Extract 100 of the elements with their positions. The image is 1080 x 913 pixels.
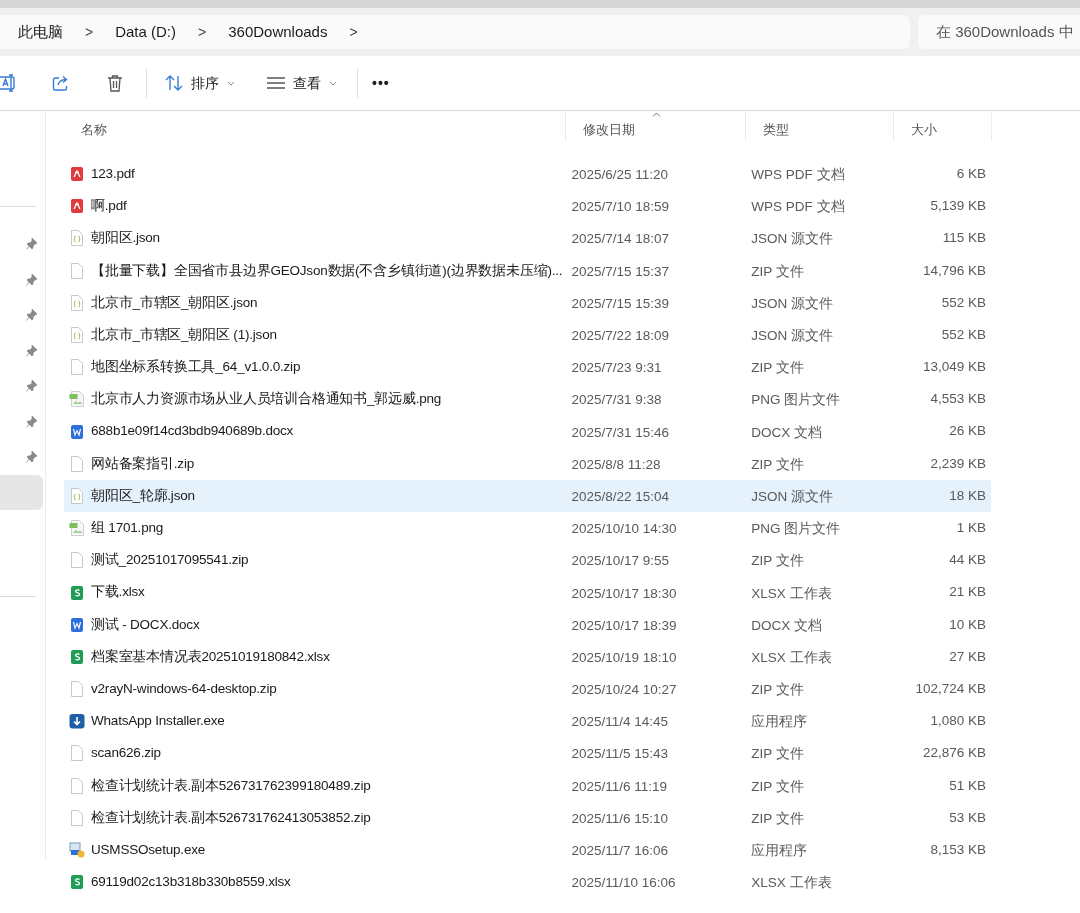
size-cell-text: 18 KB — [949, 486, 986, 505]
file-name[interactable]: 123.pdf — [91, 163, 135, 185]
chevron-down-icon — [329, 80, 337, 86]
type-cell: ZIP 文件 — [751, 263, 804, 279]
size-cell-text: 21 KB — [949, 583, 986, 602]
size-cell-text: 44 KB — [949, 551, 986, 570]
type-cell: ZIP 文件 — [751, 810, 804, 826]
type-cell: 应用程序 — [751, 714, 808, 730]
file-name[interactable]: WhatsApp Installer.exe — [91, 711, 225, 732]
size-cell-text: 1,080 KB — [930, 712, 986, 731]
more-button[interactable]: ••• — [372, 72, 390, 94]
breadcrumb-item[interactable]: Data (D:) — [115, 20, 177, 44]
column-header[interactable]: 名称 — [64, 111, 565, 158]
date-cell: 2025/7/22 18:09 — [571, 328, 670, 344]
breadcrumb-separator[interactable]: > — [349, 21, 358, 43]
file-name[interactable]: 测试_20251017095541.zip — [91, 550, 249, 571]
date-cell: 2025/8/22 15:04 — [571, 488, 670, 504]
view-button[interactable]: 查看 — [263, 72, 341, 94]
size-cell-text: 51 KB — [949, 776, 986, 795]
file-name[interactable]: 下载.xlsx — [91, 582, 145, 603]
date-cell: 2025/7/15 15:39 — [571, 295, 670, 311]
file-name[interactable]: 啊.pdf — [91, 196, 127, 217]
size-cell-text: 2,239 KB — [930, 454, 986, 473]
rename-icon — [0, 74, 17, 92]
date-cell: 2025/10/17 18:39 — [571, 617, 677, 633]
type-cell: ZIP 文件 — [751, 553, 804, 569]
size-cell-text: 53 KB — [949, 808, 986, 827]
date-cell: 2025/11/10 16:06 — [571, 875, 676, 891]
type-cell: WPS PDF 文档 — [751, 167, 845, 183]
file-name[interactable]: 测试 - DOCX.docx — [91, 614, 200, 635]
file-name[interactable]: scan626.zip — [91, 743, 161, 764]
trash-icon — [107, 74, 123, 92]
size-cell-text: 22,876 KB — [922, 744, 986, 763]
size-cell-text: 10 KB — [949, 615, 986, 634]
type-cell: DOCX 文档 — [751, 424, 823, 440]
type-cell: XLSX 工作表 — [751, 875, 832, 891]
file-name[interactable]: 朝阳区.json — [91, 228, 160, 249]
size-cell-text: 552 KB — [941, 325, 986, 344]
type-cell: JSON 源文件 — [751, 328, 834, 344]
file-name[interactable]: 档案室基本情况表20251019180842.xlsx — [91, 646, 330, 668]
type-cell: WPS PDF 文档 — [751, 199, 845, 215]
size-cell-text: 8,153 KB — [930, 840, 986, 859]
breadcrumb-item[interactable]: 此电脑 — [18, 20, 63, 44]
file-name[interactable]: 【批量下载】全国省市县边界GEOJson数据(不含乡镇街道)(边界数据未压缩)... — [91, 260, 563, 281]
type-cell: ZIP 文件 — [751, 778, 804, 794]
file-name[interactable]: 69119d02c13b318b330b8559.xlsx — [91, 872, 291, 893]
size-cell-text: 552 KB — [941, 293, 986, 312]
file-name[interactable]: 检查计划统计表.副本526731762413053852.zip — [91, 807, 371, 828]
file-name[interactable]: 北京市_市辖区_朝阳区.json — [91, 292, 258, 313]
file-name[interactable]: 检查计划统计表.副本526731762399180489.zip — [91, 775, 371, 796]
file-name[interactable]: 688b1e09f14cd3bdb940689b.docx — [91, 421, 294, 442]
date-cell: 2025/7/31 9:38 — [571, 392, 662, 408]
file-row[interactable]: 朝阳区_轮廓.json 2025/8/22 15:04 JSON 源文件 18 KB — [64, 479, 991, 513]
breadcrumb-separator[interactable]: > — [85, 21, 94, 43]
file-name[interactable]: 北京市_市辖区_朝阳区 (1).json — [91, 324, 277, 346]
date-cell: 2025/7/23 9:31 — [571, 360, 662, 376]
date-cell: 2025/11/7 16:06 — [571, 843, 669, 859]
size-cell-text: 14,796 KB — [922, 261, 986, 280]
type-cell: XLSX 工作表 — [751, 585, 832, 601]
file-name[interactable]: USMSSOsetup.exe — [91, 839, 206, 861]
type-cell: XLSX 工作表 — [751, 649, 832, 665]
file-name[interactable]: 北京市人力资源市场从业人员培训合格通知书_郭远威.png — [91, 389, 442, 410]
date-cell: 2025/10/17 9:55 — [571, 553, 670, 569]
file-name[interactable]: v2rayN-windows-64-desktop.zip — [91, 678, 277, 700]
size-cell-text: 6 KB — [956, 164, 986, 183]
file-name[interactable]: 地图坐标系转换工具_64_v1.0.0.zip — [91, 357, 301, 378]
date-cell: 2025/6/25 11:20 — [571, 167, 669, 183]
type-cell: 应用程序 — [751, 843, 808, 859]
column-header[interactable]: 修改日期 — [565, 111, 745, 141]
search-field[interactable]: 在 360Downloads 中 — [918, 15, 1080, 49]
address-bar[interactable]: 此电脑 > Data (D:) > 360Downloads > — [0, 15, 910, 49]
date-cell: 2025/11/5 15:43 — [571, 746, 669, 762]
size-cell-text: 26 KB — [949, 422, 986, 441]
chevron-down-icon — [227, 80, 235, 86]
date-cell: 2025/7/31 15:46 — [571, 424, 670, 440]
column-header[interactable]: 大小 — [893, 111, 992, 141]
rename-button[interactable] — [0, 72, 18, 94]
file-name[interactable]: 朝阳区_轮廓.json — [91, 485, 195, 507]
sort-button[interactable]: 排序 — [161, 72, 239, 94]
date-cell: 2025/10/19 18:10 — [571, 649, 677, 665]
file-name[interactable]: 组 1701.png — [91, 518, 164, 539]
type-cell: JSON 源文件 — [751, 295, 834, 311]
date-cell: 2025/10/10 14:30 — [571, 521, 677, 537]
type-cell: PNG 图片文件 — [751, 521, 841, 537]
list-lines-icon — [267, 77, 285, 89]
type-cell: ZIP 文件 — [751, 360, 804, 376]
type-cell: PNG 图片文件 — [751, 392, 841, 408]
type-cell: ZIP 文件 — [751, 456, 804, 472]
type-cell: ZIP 文件 — [751, 682, 804, 698]
type-cell: JSON 源文件 — [751, 488, 834, 504]
sort-arrows-icon — [165, 75, 183, 91]
type-cell: DOCX 文档 — [751, 617, 823, 633]
date-cell: 2025/7/10 18:59 — [571, 199, 670, 215]
breadcrumb-separator[interactable]: > — [198, 21, 207, 43]
size-cell-text: 5,139 KB — [930, 197, 986, 216]
breadcrumb-item[interactable]: 360Downloads — [228, 20, 328, 44]
date-cell: 2025/10/24 10:27 — [571, 682, 677, 698]
column-header[interactable]: 类型 — [745, 111, 893, 141]
size-cell-text: 1 KB — [956, 519, 986, 538]
file-name[interactable]: 网站备案指引.zip — [91, 453, 194, 474]
